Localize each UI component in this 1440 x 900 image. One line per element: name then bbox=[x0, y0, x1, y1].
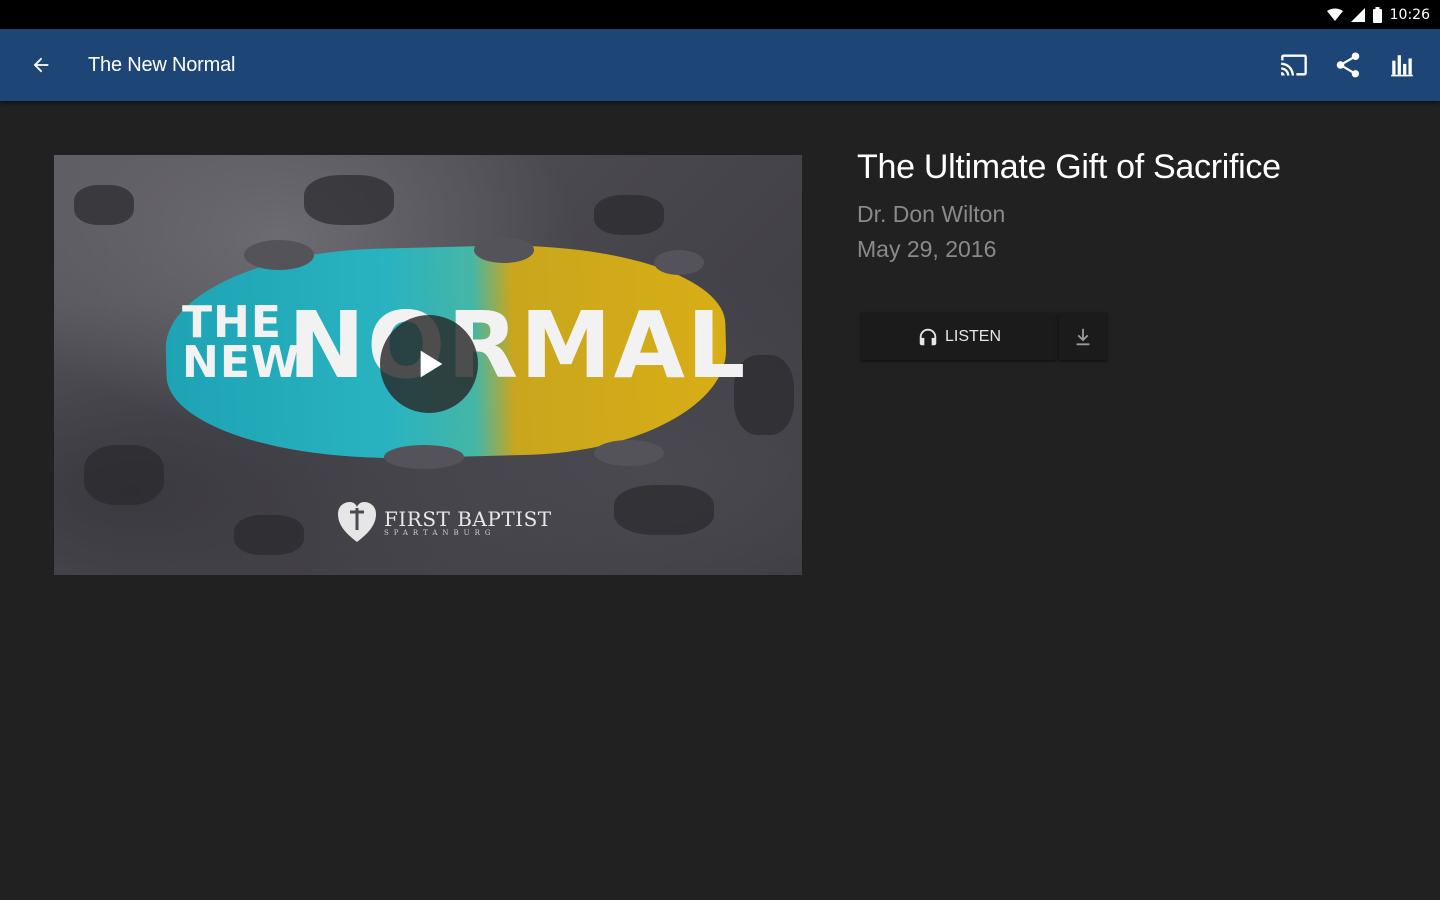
app-bar-actions bbox=[1278, 49, 1418, 81]
sermon-title: The Ultimate Gift of Sacrifice bbox=[857, 148, 1281, 186]
arrow-back-icon bbox=[33, 57, 49, 73]
status-time: 10:26 bbox=[1389, 6, 1430, 23]
listen-button[interactable]: LISTEN bbox=[861, 313, 1057, 360]
stats-button[interactable] bbox=[1386, 49, 1418, 81]
svg-text:NEW: NEW bbox=[182, 337, 300, 388]
download-icon bbox=[1076, 328, 1090, 345]
cast-button[interactable] bbox=[1278, 49, 1310, 81]
church-brand: FIRST BAPTIST SPARTANBURG bbox=[336, 500, 552, 544]
play-icon bbox=[420, 350, 443, 378]
media-buttons: LISTEN bbox=[861, 313, 1107, 360]
listen-label: LISTEN bbox=[944, 327, 1001, 345]
speaker-name: Dr. Don Wilton bbox=[857, 201, 1006, 227]
download-button[interactable] bbox=[1059, 313, 1107, 360]
svg-text:NORMAL: NORMAL bbox=[288, 292, 747, 399]
wifi-icon bbox=[1326, 8, 1343, 21]
sermon-details: The Ultimate Gift of Sacrifice Dr. Don W… bbox=[857, 148, 1281, 263]
app-bar: The New Normal bbox=[0, 29, 1440, 101]
battery-icon bbox=[1372, 6, 1382, 23]
play-button[interactable] bbox=[380, 315, 478, 413]
share-icon bbox=[1336, 52, 1360, 78]
brand-name: FIRST BAPTIST bbox=[384, 507, 552, 531]
status-bar: 10:26 bbox=[0, 0, 1440, 29]
signal-icon bbox=[1350, 7, 1365, 22]
sermon-date: May 29, 2016 bbox=[857, 236, 997, 262]
back-button[interactable] bbox=[26, 50, 56, 80]
app-bar-title: The New Normal bbox=[88, 53, 236, 76]
sermon-thumbnail[interactable]: THE NEW NORMAL FIRST BAPTIST SPARTANBURG bbox=[54, 155, 802, 575]
headphones-icon bbox=[919, 328, 937, 345]
share-button[interactable] bbox=[1332, 49, 1364, 81]
heart-cross-logo-icon bbox=[338, 502, 376, 542]
chart-icon bbox=[1391, 55, 1413, 77]
cast-icon bbox=[1281, 54, 1307, 76]
